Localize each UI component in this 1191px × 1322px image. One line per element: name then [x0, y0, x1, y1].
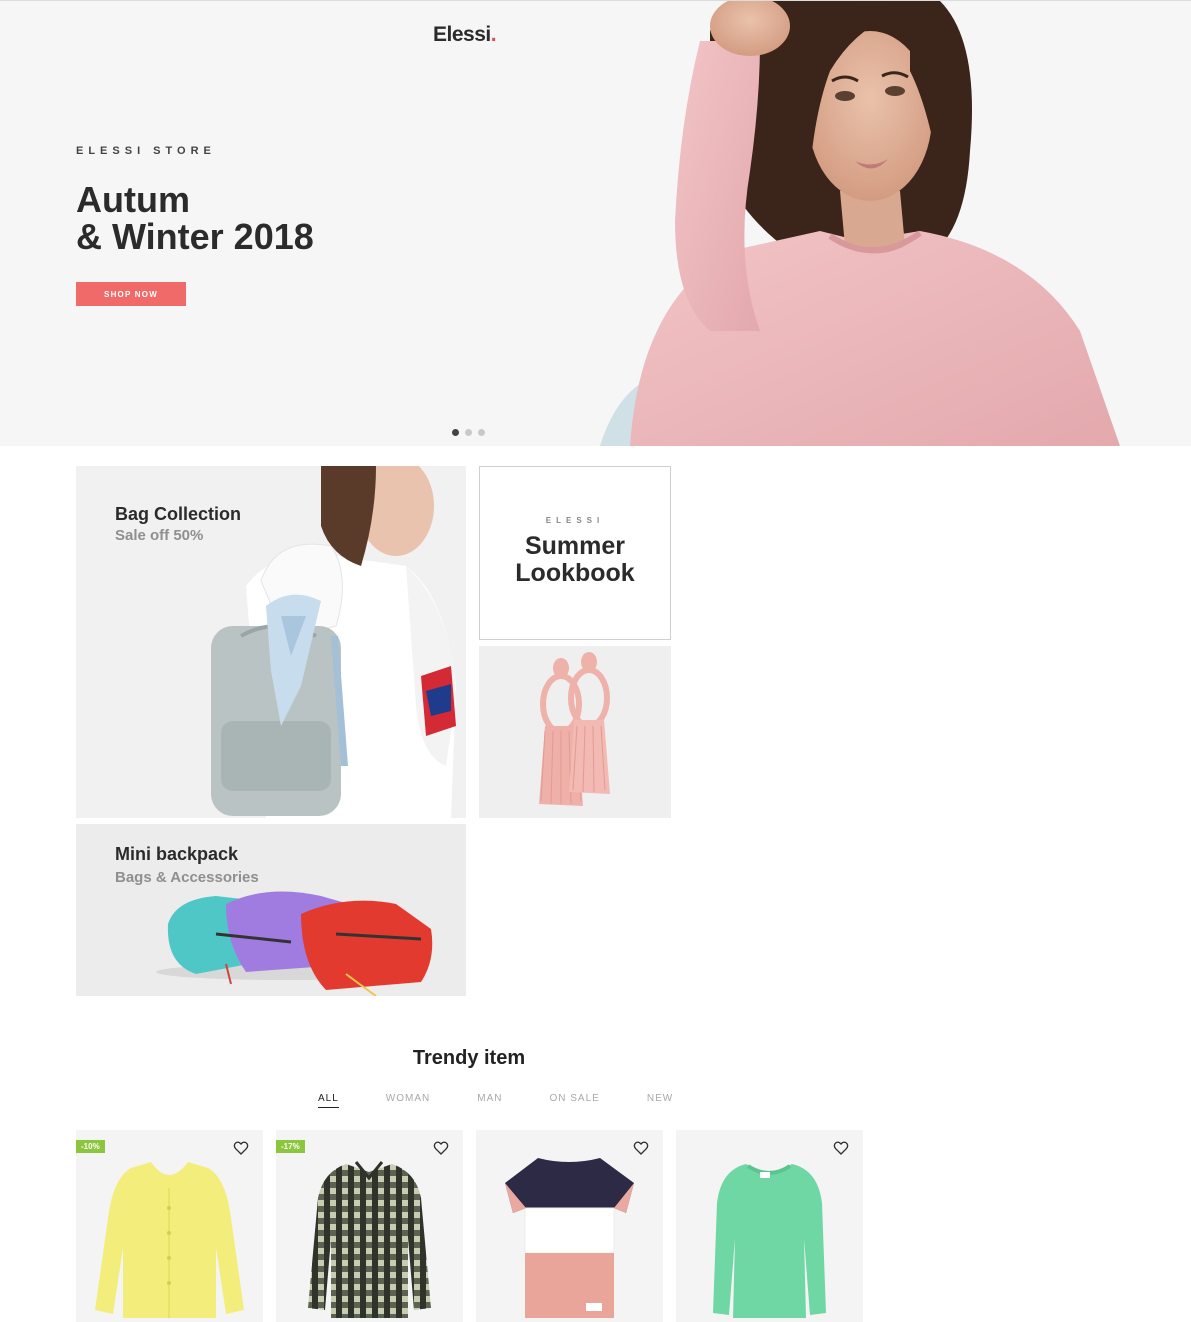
heart-icon[interactable]	[833, 1140, 849, 1156]
logo-dot: .	[490, 23, 497, 46]
product-card[interactable]	[476, 1130, 663, 1322]
slider-dots	[452, 429, 485, 436]
tab-new[interactable]: NEW	[647, 1093, 673, 1108]
site-logo[interactable]: Elessi.	[433, 23, 497, 47]
logo-text: Elessi	[433, 23, 491, 46]
banner-mini-backpack[interactable]: Mini backpack Bags & Accessories	[76, 824, 466, 996]
tab-woman[interactable]: WOMAN	[386, 1093, 430, 1108]
hero-slider: Elessi. ELESSI STORE Autum & Winter 2018…	[0, 1, 1191, 446]
hero-title-line2: & Winter 2018	[76, 216, 314, 257]
hero-title: Autum & Winter 2018	[76, 181, 314, 255]
banner-bag-collection[interactable]: Bag Collection Sale off 50%	[76, 466, 466, 818]
banner-summer-lookbook[interactable]: ELESSI Summer Lookbook	[479, 466, 671, 640]
tab-man[interactable]: MAN	[477, 1093, 502, 1108]
heart-icon[interactable]	[233, 1140, 249, 1156]
hero-model-image	[600, 1, 1120, 446]
discount-badge: -10%	[76, 1140, 105, 1153]
discount-badge: -17%	[276, 1140, 305, 1153]
mini-backpack-title: Mini backpack	[115, 844, 239, 864]
banner-earrings[interactable]	[479, 646, 671, 818]
hero-title-line1: Autum	[76, 179, 190, 220]
lookbook-title-line2: Lookbook	[515, 559, 635, 587]
bag-collection-title: Bag Collection	[115, 504, 242, 524]
product-image-plaid-shirt	[308, 1161, 431, 1318]
tab-on-sale[interactable]: ON SALE	[549, 1093, 599, 1108]
earrings-image	[539, 652, 610, 806]
heart-icon[interactable]	[633, 1140, 649, 1156]
slider-dot-2[interactable]	[465, 429, 472, 436]
product-card[interactable]	[676, 1130, 863, 1322]
product-card[interactable]: -17%	[276, 1130, 463, 1322]
product-image-colorblock-tshirt	[505, 1158, 634, 1318]
slider-dot-1[interactable]	[452, 429, 459, 436]
lookbook-title-line1: Summer	[524, 532, 626, 560]
trendy-section-title: Trendy item	[412, 1047, 526, 1069]
product-image-yellow-cardigan	[95, 1162, 244, 1318]
heart-icon[interactable]	[433, 1140, 449, 1156]
shop-now-button[interactable]: SHOP NOW	[76, 282, 186, 306]
trendy-filter-tabs: ALL WOMAN MAN ON SALE NEW	[318, 1093, 720, 1108]
product-image-green-sweater	[713, 1164, 826, 1318]
lookbook-title: Summer Lookbook	[480, 533, 670, 587]
bag-collection-subtitle: Sale off 50%	[115, 527, 204, 544]
product-card[interactable]: -10%	[76, 1130, 263, 1322]
hero-eyebrow: ELESSI STORE	[76, 145, 216, 157]
tab-all[interactable]: ALL	[318, 1093, 339, 1108]
mini-backpack-subtitle: Bags & Accessories	[115, 869, 259, 886]
slider-dot-3[interactable]	[478, 429, 485, 436]
lookbook-eyebrow: ELESSI	[545, 516, 605, 525]
